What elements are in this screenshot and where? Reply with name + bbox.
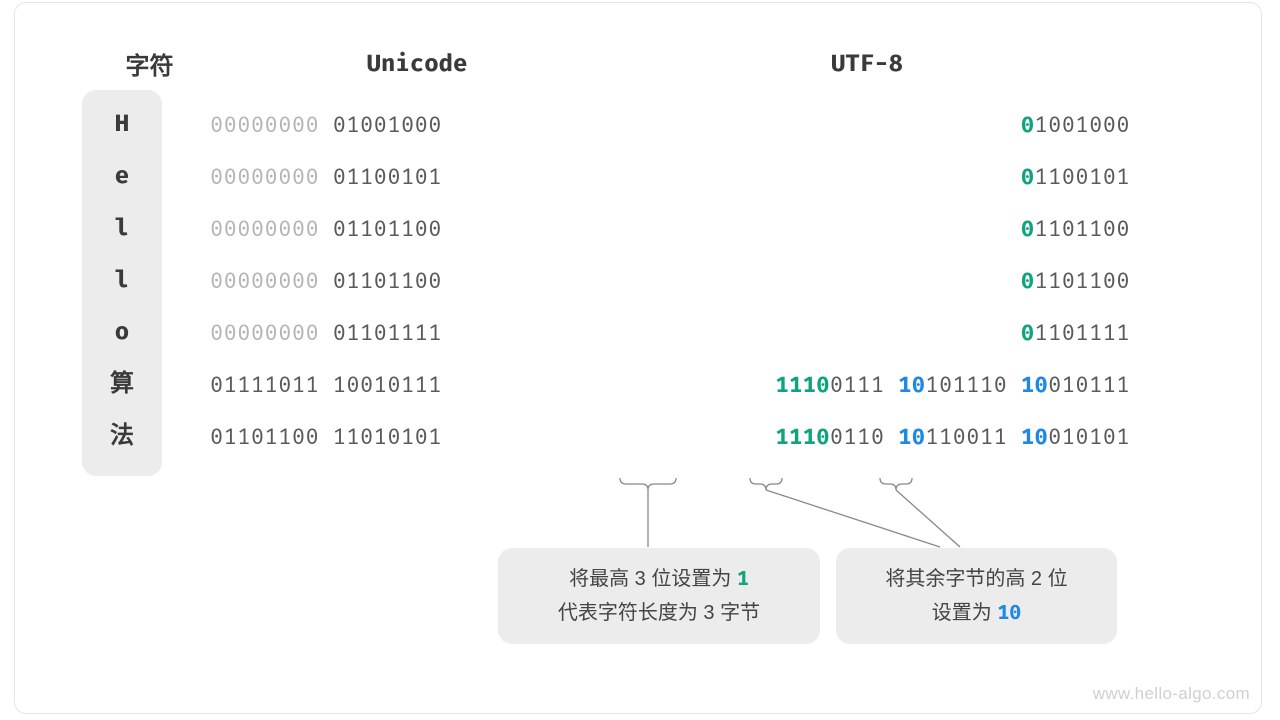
header-utf8: UTF-8 [617,50,1117,78]
char-cell: H [82,98,162,150]
utf8-cell: 11100111 10101110 10010111 [610,371,1130,398]
table-row: 00000000 01001000 01001000 [210,98,1130,150]
table-row: 01111011 10010111 11100111 10101110 10010… [210,358,1130,410]
header-char: 字符 [82,46,217,81]
callout-text: 将最高 3 位设置为 [569,568,737,590]
encoding-rows: 00000000 01001000 01001000 00000000 011001… [210,98,1130,462]
unicode-cell: 01101100 11010101 [210,423,550,450]
character-column: Hello算法 [82,90,162,476]
utf8-cell: 11100110 10110011 10010101 [610,423,1130,450]
unicode-cell: 00000000 01001000 [210,111,550,138]
char-cell: 法 [82,410,162,462]
table-row: 00000000 01100101 01100101 [210,150,1130,202]
char-cell: l [82,202,162,254]
char-cell: 算 [82,358,162,410]
char-cell: e [82,150,162,202]
utf8-cell: 01001000 [610,111,1130,138]
unicode-cell: 00000000 01100101 [210,163,550,190]
utf8-cell: 01101100 [610,267,1130,294]
table-row: 00000000 01101100 01101100 [210,254,1130,306]
callout-continuation-byte: 将其余字节的高 2 位 设置为 10 [836,548,1117,644]
unicode-cell: 00000000 01101100 [210,267,550,294]
char-cell: l [82,254,162,306]
unicode-cell: 00000000 01101100 [210,215,550,242]
callout-text: 设置为 [932,602,998,624]
callout-num: 1 [737,567,749,591]
callout-text: 将其余字节的高 2 位 [885,568,1067,590]
table-row: 00000000 01101100 01101100 [210,202,1130,254]
callout-num: 10 [997,601,1021,625]
unicode-cell: 01111011 10010111 [210,371,550,398]
utf8-cell: 01101100 [610,215,1130,242]
unicode-cell: 00000000 01101111 [210,319,550,346]
char-cell: o [82,306,162,358]
table-row: 01101100 11010101 11100110 10110011 10010… [210,410,1130,462]
callout-lead-byte: 将最高 3 位设置为 1 代表字符长度为 3 字节 [498,548,820,644]
column-headers: 字符 Unicode UTF-8 [82,46,1117,81]
table-row: 00000000 01101111 01101111 [210,306,1130,358]
watermark: www.hello-algo.com [1093,684,1250,704]
callout-text: 代表字符长度为 3 字节 [558,602,760,624]
header-unicode: Unicode [257,50,577,78]
utf8-cell: 01100101 [610,163,1130,190]
utf8-cell: 01101111 [610,319,1130,346]
